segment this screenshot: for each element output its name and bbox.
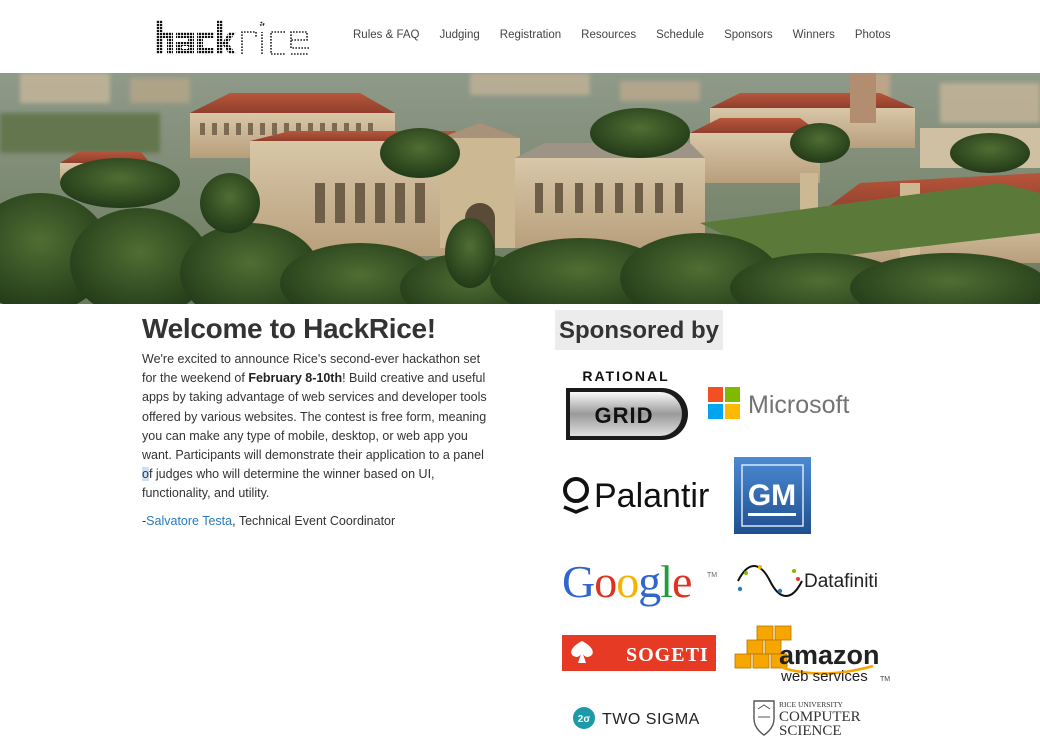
nav-judging[interactable]: Judging bbox=[439, 27, 479, 45]
amazon-tm: TM bbox=[880, 676, 890, 683]
nav-winners[interactable]: Winners bbox=[793, 27, 835, 45]
google-tm: TM bbox=[707, 572, 717, 579]
microsoft-text: Microsoft bbox=[748, 391, 849, 419]
sponsors-heading: Sponsored by bbox=[559, 317, 720, 344]
nav-rules-faq[interactable]: Rules & FAQ bbox=[353, 27, 419, 45]
page-title: Welcome to HackRice! bbox=[142, 313, 436, 344]
intro-section: Welcome to HackRice! We're excited to an… bbox=[142, 312, 497, 531]
amazon-subtext: web services bbox=[780, 668, 868, 685]
rational-grid-text: GRID bbox=[595, 403, 654, 428]
campus-hero-image bbox=[0, 73, 1040, 304]
main-nav: Rules & FAQ Judging Registration Resourc… bbox=[343, 27, 901, 45]
signature: -Salvatore Testa, Technical Event Coordi… bbox=[142, 512, 497, 531]
gm-logo[interactable]: GM bbox=[734, 457, 811, 534]
gm-text: GM bbox=[748, 479, 796, 512]
site-header: Rules & FAQ Judging Registration Resourc… bbox=[0, 0, 1040, 73]
rice-university-text: RICE UNIVERSITY bbox=[779, 700, 844, 709]
palantir-text: Palantir bbox=[594, 477, 709, 514]
sponsors-heading-box: Sponsored by bbox=[555, 310, 724, 350]
coordinator-link[interactable]: Salvatore Testa bbox=[146, 514, 232, 528]
datafiniti-logo[interactable]: Datafiniti bbox=[734, 561, 894, 597]
nav-photos[interactable]: Photos bbox=[855, 27, 891, 45]
amazon-text: amazon bbox=[779, 640, 880, 670]
rational-grid-logo[interactable]: RATIONAL GRID bbox=[562, 368, 692, 442]
two-sigma-text: TWO SIGMA bbox=[602, 711, 700, 728]
sogeti-logo[interactable]: SOGETI bbox=[562, 635, 716, 671]
nav-schedule[interactable]: Schedule bbox=[656, 27, 704, 45]
rational-top-text: RATIONAL bbox=[582, 368, 669, 384]
amazon-web-services-logo[interactable]: amazon web services TM bbox=[733, 624, 893, 686]
google-text: Google bbox=[562, 556, 691, 607]
rice-computer-science-logo[interactable]: RICE UNIVERSITY COMPUTER SCIENCE bbox=[748, 697, 878, 741]
coordinator-role: , Technical Event Coordinator bbox=[232, 513, 396, 528]
google-logo[interactable]: Google TM bbox=[562, 555, 722, 613]
microsoft-logo[interactable]: Microsoft bbox=[708, 386, 868, 422]
nav-sponsors[interactable]: Sponsors bbox=[724, 27, 773, 45]
two-sigma-logo[interactable]: 2σ TWO SIGMA bbox=[572, 704, 712, 732]
datafiniti-text: Datafiniti bbox=[804, 571, 878, 592]
science-text: SCIENCE bbox=[779, 723, 842, 739]
intro-text-3: f judges who will determine the winner b… bbox=[142, 467, 435, 501]
nav-registration[interactable]: Registration bbox=[500, 27, 561, 45]
hackrice-logo[interactable] bbox=[154, 18, 332, 56]
nav-resources[interactable]: Resources bbox=[581, 27, 636, 45]
palantir-logo[interactable]: Palantir bbox=[562, 474, 722, 514]
two-sigma-mark: 2σ bbox=[578, 714, 591, 725]
intro-paragraph: We're excited to announce Rice's second-… bbox=[142, 350, 497, 504]
event-dates: February 8-10th bbox=[248, 371, 343, 386]
sogeti-text: SOGETI bbox=[626, 644, 709, 666]
text-selection: o bbox=[142, 467, 149, 482]
